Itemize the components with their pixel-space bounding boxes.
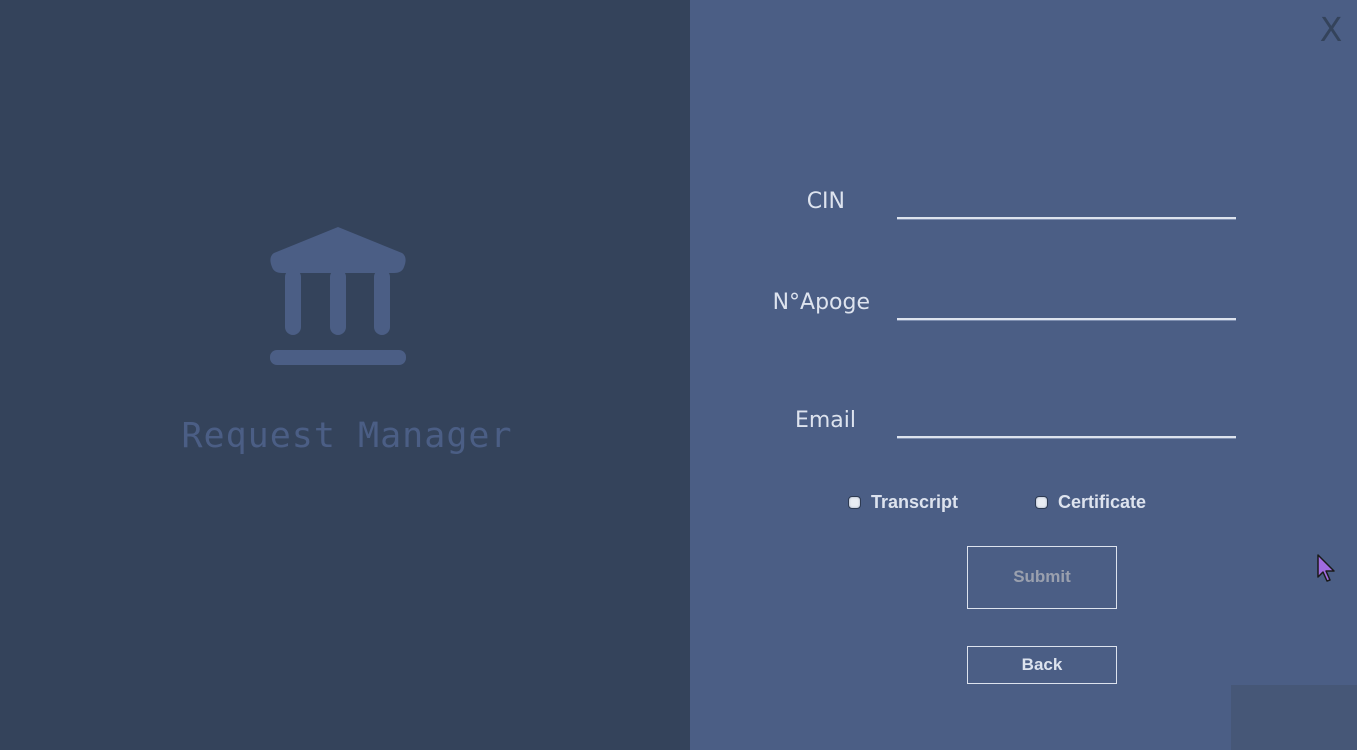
transcript-checkbox[interactable]: Transcript <box>848 492 958 513</box>
close-button[interactable]: X <box>1316 10 1346 50</box>
back-button[interactable]: Back <box>967 646 1117 684</box>
mouse-pointer-icon <box>1317 554 1335 582</box>
bank-building-icon <box>270 227 406 365</box>
apoge-label: N°Apoge <box>772 290 870 315</box>
transcript-checkbox-box[interactable] <box>848 496 861 509</box>
email-label: Email <box>794 408 856 433</box>
corner-panel <box>1231 685 1357 750</box>
apoge-input[interactable] <box>897 292 1236 320</box>
certificate-label: Certificate <box>1058 492 1147 512</box>
app-title: Request Manager <box>181 416 513 456</box>
transcript-label: Transcript <box>871 492 959 512</box>
branding-panel: Request Manager <box>0 0 690 750</box>
submit-button[interactable]: Submit <box>967 546 1117 609</box>
form-panel <box>690 0 1357 750</box>
email-input[interactable] <box>897 410 1236 438</box>
certificate-checkbox-box[interactable] <box>1035 496 1048 509</box>
cin-input[interactable] <box>897 191 1236 219</box>
certificate-checkbox[interactable]: Certificate <box>1035 492 1146 513</box>
cin-label: CIN <box>806 189 845 214</box>
